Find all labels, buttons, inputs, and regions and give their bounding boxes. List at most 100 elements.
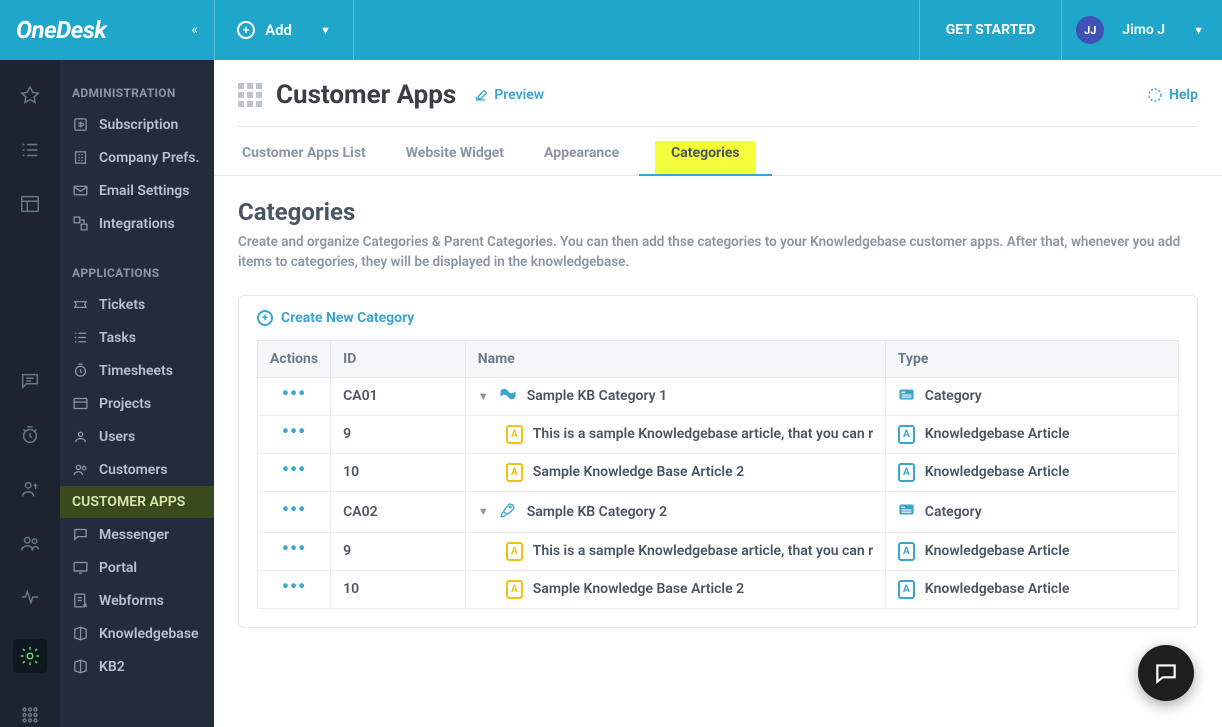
th-id: ID xyxy=(331,340,466,377)
rail-activity-icon[interactable] xyxy=(18,585,42,609)
page-title: Customer Apps xyxy=(276,80,456,110)
collapse-sidebar-icon[interactable]: « xyxy=(191,22,198,38)
cell-id: CA02 xyxy=(331,491,466,532)
rail-board-icon[interactable] xyxy=(18,192,42,216)
main-content: Customer Apps Preview Help Customer Apps… xyxy=(214,60,1222,727)
sidebar: ADMINISTRATION Subscription Company Pref… xyxy=(60,60,214,727)
cell-id: 10 xyxy=(331,570,466,608)
article-icon xyxy=(506,463,523,482)
page-header: Customer Apps Preview Help xyxy=(214,60,1222,126)
icon-rail xyxy=(0,60,60,727)
plus-icon: + xyxy=(237,21,255,39)
sidebar-item-kb2[interactable]: KB2 xyxy=(60,650,214,683)
section-title: Categories xyxy=(238,198,1198,226)
avatar[interactable]: JJ xyxy=(1076,16,1104,44)
rail-pin-icon[interactable] xyxy=(18,84,42,108)
th-name: Name xyxy=(465,340,885,377)
row-actions-icon[interactable]: ••• xyxy=(282,419,306,443)
cell-type: Knowledgebase Article xyxy=(885,453,1178,491)
chat-fab[interactable] xyxy=(1138,645,1194,701)
sidebar-item-tickets[interactable]: Tickets xyxy=(60,288,214,321)
sidebar-item-integrations[interactable]: Integrations xyxy=(60,207,214,240)
categories-card: + Create New Category Actions ID Name Ty… xyxy=(238,295,1198,628)
sidebar-header-admin: ADMINISTRATION xyxy=(60,60,214,108)
cell-type: Category xyxy=(885,377,1178,415)
sidebar-item-timesheets[interactable]: Timesheets xyxy=(60,354,214,387)
section-description: Create and organize Categories & Parent … xyxy=(238,232,1198,273)
get-started-button[interactable]: GET STARTED xyxy=(919,0,1063,60)
article-icon xyxy=(506,542,523,561)
table-row: •••10Sample Knowledge Base Article 2Know… xyxy=(258,570,1179,608)
tabs: Customer Apps List Website Widget Appear… xyxy=(214,127,1222,176)
cell-name: Sample Knowledge Base Article 2 xyxy=(465,453,885,491)
preview-link[interactable]: Preview xyxy=(474,87,544,103)
add-button[interactable]: + Add ▼ xyxy=(214,0,354,60)
row-actions-icon[interactable]: ••• xyxy=(282,536,306,560)
chevron-down-icon: ▼ xyxy=(1193,24,1204,37)
cell-id: 9 xyxy=(331,532,466,570)
cell-name: ▼Sample KB Category 2 xyxy=(465,491,885,532)
plus-icon: + xyxy=(257,310,273,326)
topbar-right: GET STARTED JJ Jimo J ▼ xyxy=(919,0,1222,60)
apps-grid-icon xyxy=(238,83,262,107)
table-row: ••• 10Sample Knowledge Base Article 2Know… xyxy=(258,453,1179,491)
tab-customer-apps-list[interactable]: Customer Apps List xyxy=(238,141,370,175)
cell-id: 9 xyxy=(331,415,466,453)
article-icon xyxy=(506,580,523,599)
rail-users-icon[interactable] xyxy=(18,531,42,555)
create-category-link[interactable]: + Create New Category xyxy=(257,310,1179,326)
list-icon xyxy=(898,502,915,521)
cell-type: Knowledgebase Article xyxy=(885,415,1178,453)
rail-apps-icon[interactable] xyxy=(18,703,42,727)
article-icon xyxy=(506,425,523,444)
tab-categories[interactable]: Categories xyxy=(655,141,755,175)
sidebar-header-apps: APPLICATIONS xyxy=(60,240,214,288)
sidebar-item-subscription[interactable]: Subscription xyxy=(60,108,214,141)
sidebar-item-messenger[interactable]: Messenger xyxy=(60,518,214,551)
cell-type: Category xyxy=(885,491,1178,532)
rocket-icon xyxy=(499,501,517,523)
help-link[interactable]: Help xyxy=(1147,87,1198,103)
tab-appearance[interactable]: Appearance xyxy=(540,141,623,175)
row-actions-icon[interactable]: ••• xyxy=(282,497,306,521)
sidebar-item-company-prefs[interactable]: Company Prefs. xyxy=(60,141,214,174)
logo-area: OneDesk « xyxy=(0,16,214,44)
article-type-icon xyxy=(898,580,915,599)
article-type-icon xyxy=(898,463,915,482)
sidebar-item-portal[interactable]: Portal xyxy=(60,551,214,584)
sidebar-item-customer-apps[interactable]: CUSTOMER APPS xyxy=(60,486,214,518)
expand-icon[interactable]: ▼ xyxy=(478,390,489,403)
rail-chat-icon[interactable] xyxy=(18,369,42,393)
sidebar-item-projects[interactable]: Projects xyxy=(60,387,214,420)
sidebar-item-tasks[interactable]: Tasks xyxy=(60,321,214,354)
rail-settings-icon[interactable] xyxy=(13,639,47,673)
th-type: Type xyxy=(885,340,1178,377)
row-actions-icon[interactable]: ••• xyxy=(282,457,306,481)
sidebar-item-email-settings[interactable]: Email Settings xyxy=(60,174,214,207)
user-menu[interactable]: Jimo J ▼ xyxy=(1118,22,1222,38)
rail-money-user-icon[interactable] xyxy=(18,477,42,501)
article-type-icon xyxy=(898,542,915,561)
row-actions-icon[interactable]: ••• xyxy=(282,381,306,405)
cell-name: This is a sample Knowledgebase article, … xyxy=(465,532,885,570)
cell-id: 10 xyxy=(331,453,466,491)
table-row: ••• CA02▼Sample KB Category 2Category xyxy=(258,491,1179,532)
rail-clock-icon[interactable] xyxy=(18,423,42,447)
row-actions-icon[interactable]: ••• xyxy=(282,574,306,598)
cell-name: This is a sample Knowledgebase article, … xyxy=(465,415,885,453)
cell-type: Knowledgebase Article xyxy=(885,532,1178,570)
table-row: ••• 9This is a sample Knowledgebase artic… xyxy=(258,532,1179,570)
categories-table: Actions ID Name Type •••CA01▼Sample KB C… xyxy=(257,340,1179,609)
logo-text: OneDesk xyxy=(16,16,106,44)
sidebar-item-customers[interactable]: Customers xyxy=(60,453,214,486)
cell-name: Sample Knowledge Base Article 2 xyxy=(465,570,885,608)
add-label: Add xyxy=(265,21,292,39)
expand-icon[interactable]: ▼ xyxy=(478,505,489,518)
sidebar-item-knowledgebase[interactable]: Knowledgebase xyxy=(60,617,214,650)
sidebar-item-users[interactable]: Users xyxy=(60,420,214,453)
chevron-down-icon: ▼ xyxy=(320,24,331,37)
sidebar-item-webforms[interactable]: Webforms xyxy=(60,584,214,617)
rail-list-icon[interactable] xyxy=(18,138,42,162)
tab-website-widget[interactable]: Website Widget xyxy=(402,141,508,175)
table-row: •••CA01▼Sample KB Category 1Category xyxy=(258,377,1179,415)
